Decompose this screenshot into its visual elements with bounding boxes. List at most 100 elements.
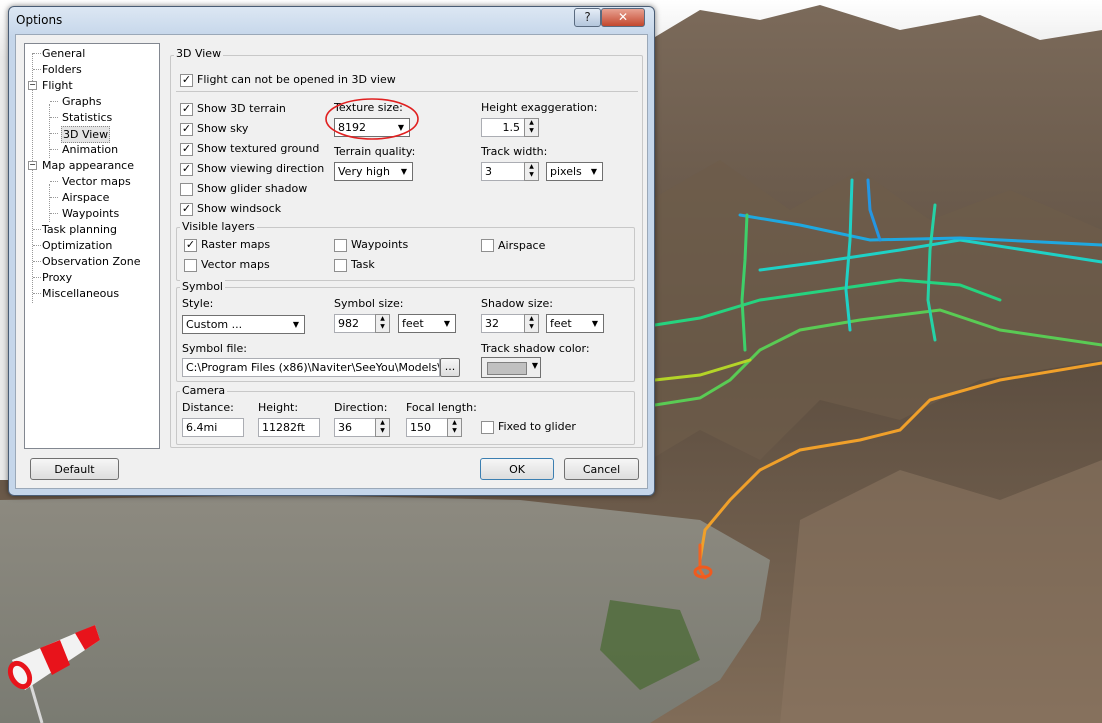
- close-button[interactable]: ✕: [601, 8, 645, 27]
- color-swatch: [487, 362, 527, 375]
- tree-item-miscellaneous[interactable]: Miscellaneous: [42, 286, 119, 301]
- group-visible-layers: [176, 227, 635, 281]
- tree-item-folders[interactable]: Folders: [42, 62, 82, 77]
- show-textured-ground-checkbox[interactable]: ✓: [180, 143, 193, 156]
- tree-connector: [33, 229, 41, 230]
- tree-item-general[interactable]: General: [42, 46, 85, 61]
- show-viewing-direction-checkbox[interactable]: ✓: [180, 163, 193, 176]
- show-3d-terrain-label: Show 3D terrain: [197, 102, 286, 115]
- tree-line: [49, 184, 50, 222]
- symbol-file-input[interactable]: C:\Program Files (x86)\Naviter\SeeYou\Mo…: [182, 358, 440, 377]
- group-visible-layers-label: Visible layers: [180, 220, 257, 233]
- symbol-size-label: Symbol size:: [334, 297, 404, 310]
- track-shadow-color-label: Track shadow color:: [481, 342, 590, 355]
- waypoints-checkbox[interactable]: [334, 239, 347, 252]
- show-sky-checkbox[interactable]: ✓: [180, 123, 193, 136]
- divider: [176, 91, 638, 92]
- tree-item-airspace[interactable]: Airspace: [62, 190, 109, 205]
- tree-item-optimization[interactable]: Optimization: [42, 238, 112, 253]
- annotation-circle-icon: [325, 98, 419, 140]
- chevron-down-icon: ▼: [443, 319, 451, 328]
- help-button[interactable]: ?: [574, 8, 601, 27]
- tree-connector: [33, 293, 41, 294]
- shadow-size-unit-value: feet: [550, 317, 572, 330]
- tree-item-statistics[interactable]: Statistics: [62, 110, 112, 125]
- chevron-down-icon: ▼: [292, 320, 300, 329]
- terrain-quality-select[interactable]: Very high ▼: [334, 162, 413, 181]
- tree-item-proxy[interactable]: Proxy: [42, 270, 72, 285]
- distance-input[interactable]: 6.4mi: [182, 418, 244, 437]
- ok-button[interactable]: OK: [480, 458, 554, 480]
- style-select[interactable]: Custom ... ▼: [182, 315, 305, 334]
- waypoints-label: Waypoints: [351, 238, 409, 251]
- shadow-size-input[interactable]: 32: [481, 314, 525, 333]
- symbol-size-input[interactable]: 982: [334, 314, 376, 333]
- height-label: Height:: [258, 401, 299, 414]
- tree-item-map-appearance[interactable]: Map appearance: [42, 158, 134, 173]
- symbol-size-spinner[interactable]: ▲ ▼: [375, 314, 390, 333]
- track-width-input[interactable]: 3: [481, 162, 525, 181]
- task-checkbox[interactable]: [334, 259, 347, 272]
- chevron-down-icon: ▼: [531, 361, 538, 370]
- track-width-unit-value: pixels: [550, 165, 582, 178]
- focal-length-spinner[interactable]: ▲ ▼: [447, 418, 462, 437]
- tree-connector: [50, 197, 58, 198]
- tree-connector: [33, 53, 41, 54]
- show-textured-ground-label: Show textured ground: [197, 142, 320, 155]
- tree-item-vector-maps[interactable]: Vector maps: [62, 174, 131, 189]
- tree-connector: [50, 181, 58, 182]
- fixed-to-glider-checkbox[interactable]: [481, 421, 494, 434]
- flight-not-opened-checkbox[interactable]: ✓: [180, 74, 193, 87]
- show-3d-terrain-checkbox[interactable]: ✓: [180, 103, 193, 116]
- cancel-button[interactable]: Cancel: [564, 458, 639, 480]
- shadow-size-spinner[interactable]: ▲ ▼: [524, 314, 539, 333]
- airspace-checkbox[interactable]: [481, 239, 494, 252]
- tree-item-observation-zone[interactable]: Observation Zone: [42, 254, 140, 269]
- tree-item-task-planning[interactable]: Task planning: [42, 222, 117, 237]
- terrain-quality-label: Terrain quality:: [334, 145, 416, 158]
- tree-connector: [33, 245, 41, 246]
- tree-item-flight[interactable]: Flight: [42, 78, 73, 93]
- direction-input[interactable]: 36: [334, 418, 376, 437]
- tree-connector: [33, 261, 41, 262]
- flight-not-opened-label: Flight can not be opened in 3D view: [197, 73, 396, 86]
- show-glider-shadow-label: Show glider shadow: [197, 182, 308, 195]
- expander-flight-icon[interactable]: −: [28, 81, 37, 90]
- chevron-down-icon: ▼: [591, 319, 599, 328]
- group-symbol-label: Symbol: [180, 280, 225, 293]
- style-label: Style:: [182, 297, 214, 310]
- default-button[interactable]: Default: [30, 458, 119, 480]
- expander-map-appearance-icon[interactable]: −: [28, 161, 37, 170]
- shadow-size-unit-select[interactable]: feet ▼: [546, 314, 604, 333]
- tree-item-animation[interactable]: Animation: [62, 142, 118, 157]
- shadow-size-label: Shadow size:: [481, 297, 553, 310]
- browse-symbol-file-button[interactable]: ...: [440, 358, 460, 377]
- height-exaggeration-input[interactable]: 1.5: [481, 118, 525, 137]
- group-3d-view-label: 3D View: [174, 47, 224, 60]
- tree-item-waypoints[interactable]: Waypoints: [62, 206, 119, 221]
- show-glider-shadow-checkbox[interactable]: [180, 183, 193, 196]
- raster-maps-checkbox[interactable]: ✓: [184, 239, 197, 252]
- focal-length-label: Focal length:: [406, 401, 477, 414]
- options-tree[interactable]: General Folders − Flight Graphs Statisti…: [24, 43, 160, 449]
- show-viewing-direction-label: Show viewing direction: [197, 162, 325, 175]
- focal-length-input[interactable]: 150: [406, 418, 448, 437]
- title-bar[interactable]: Options ? ✕: [9, 7, 654, 35]
- show-windsock-checkbox[interactable]: ✓: [180, 203, 193, 216]
- height-input[interactable]: 11282ft: [258, 418, 320, 437]
- symbol-size-unit-select[interactable]: feet ▼: [398, 314, 456, 333]
- vector-maps-checkbox[interactable]: [184, 259, 197, 272]
- raster-maps-label: Raster maps: [201, 238, 271, 251]
- tree-connector: [33, 277, 41, 278]
- tree-connector: [50, 117, 58, 118]
- task-label: Task: [351, 258, 375, 271]
- tree-item-graphs[interactable]: Graphs: [62, 94, 101, 109]
- track-shadow-color-button[interactable]: ▼: [481, 357, 541, 378]
- tree-item-3d-view[interactable]: 3D View: [61, 126, 111, 143]
- track-width-label: Track width:: [481, 145, 548, 158]
- show-sky-label: Show sky: [197, 122, 249, 135]
- track-width-unit-select[interactable]: pixels ▼: [546, 162, 603, 181]
- direction-spinner[interactable]: ▲ ▼: [375, 418, 390, 437]
- track-width-spinner[interactable]: ▲ ▼: [524, 162, 539, 181]
- height-exaggeration-spinner[interactable]: ▲ ▼: [524, 118, 539, 137]
